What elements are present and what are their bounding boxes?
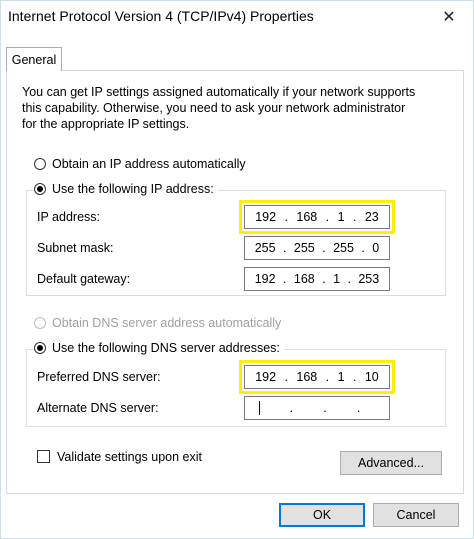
ip-octet: 168 — [296, 210, 318, 224]
description-text: You can get IP settings assigned automat… — [22, 85, 416, 131]
ip-octet: 23 — [364, 210, 379, 224]
radio-use-following-dns-label: Use the following DNS server addresses: — [52, 341, 280, 355]
default-gateway-label: Default gateway: — [37, 272, 131, 286]
gateway-octet: 168 — [293, 272, 315, 286]
ip-octet: 192 — [255, 210, 277, 224]
radio-button[interactable] — [34, 342, 46, 354]
preferred-dns-field[interactable]: 192. 168. 1. 10 — [239, 360, 395, 394]
advanced-button[interactable]: Advanced... — [340, 451, 442, 475]
preferred-dns-label: Preferred DNS server: — [37, 370, 161, 384]
tab-general-label: General — [11, 52, 57, 67]
radio-use-following-dns[interactable]: Use the following DNS server addresses: — [34, 341, 284, 355]
gateway-octet: 192 — [254, 272, 276, 286]
radio-obtain-ip-auto-label: Obtain an IP address automatically — [52, 157, 246, 171]
close-button[interactable]: ✕ — [436, 4, 462, 30]
default-gateway-field[interactable]: 192. 168. 1. 253 — [244, 267, 390, 291]
gateway-octet: 1 — [333, 272, 341, 286]
dns-octet: 168 — [296, 370, 318, 384]
gateway-octet: 253 — [358, 272, 380, 286]
radio-button[interactable] — [34, 158, 46, 170]
ip-octet: 1 — [337, 210, 345, 224]
mask-octet: 0 — [372, 241, 380, 255]
radio-button[interactable] — [34, 183, 46, 195]
radio-use-following-ip[interactable]: Use the following IP address: — [34, 182, 218, 196]
dns-octet: 1 — [337, 370, 345, 384]
close-icon: ✕ — [442, 9, 456, 26]
radio-obtain-dns-auto-label: Obtain DNS server address automatically — [52, 316, 282, 330]
subnet-mask-label: Subnet mask: — [37, 241, 114, 255]
radio-use-following-ip-label: Use the following IP address: — [52, 182, 214, 196]
window-title: Internet Protocol Version 4 (TCP/IPv4) P… — [8, 8, 314, 24]
radio-obtain-ip-auto[interactable]: Obtain an IP address automatically — [34, 157, 246, 171]
ip-address-field[interactable]: 192. 168. 1. 23 — [239, 200, 395, 234]
tab-general[interactable]: General — [6, 47, 62, 71]
alternate-dns-field[interactable]: . . . — [244, 396, 390, 420]
cancel-button[interactable]: Cancel — [373, 503, 459, 527]
text-cursor — [258, 401, 260, 415]
alternate-dns-label: Alternate DNS server: — [37, 401, 159, 415]
mask-octet: 255 — [254, 241, 276, 255]
dns-octet: 10 — [364, 370, 379, 384]
validate-checkbox[interactable] — [37, 450, 50, 463]
dns-octet: 192 — [255, 370, 277, 384]
subnet-mask-field[interactable]: 255. 255. 255. 0 — [244, 236, 390, 260]
mask-octet: 255 — [333, 241, 354, 255]
ok-button[interactable]: OK — [279, 503, 365, 527]
radio-obtain-dns-auto[interactable]: Obtain DNS server address automatically — [34, 316, 281, 330]
validate-label: Validate settings upon exit — [57, 450, 203, 464]
mask-octet: 255 — [293, 241, 315, 255]
ip-address-label: IP address: — [37, 210, 101, 224]
radio-button[interactable] — [34, 317, 46, 329]
